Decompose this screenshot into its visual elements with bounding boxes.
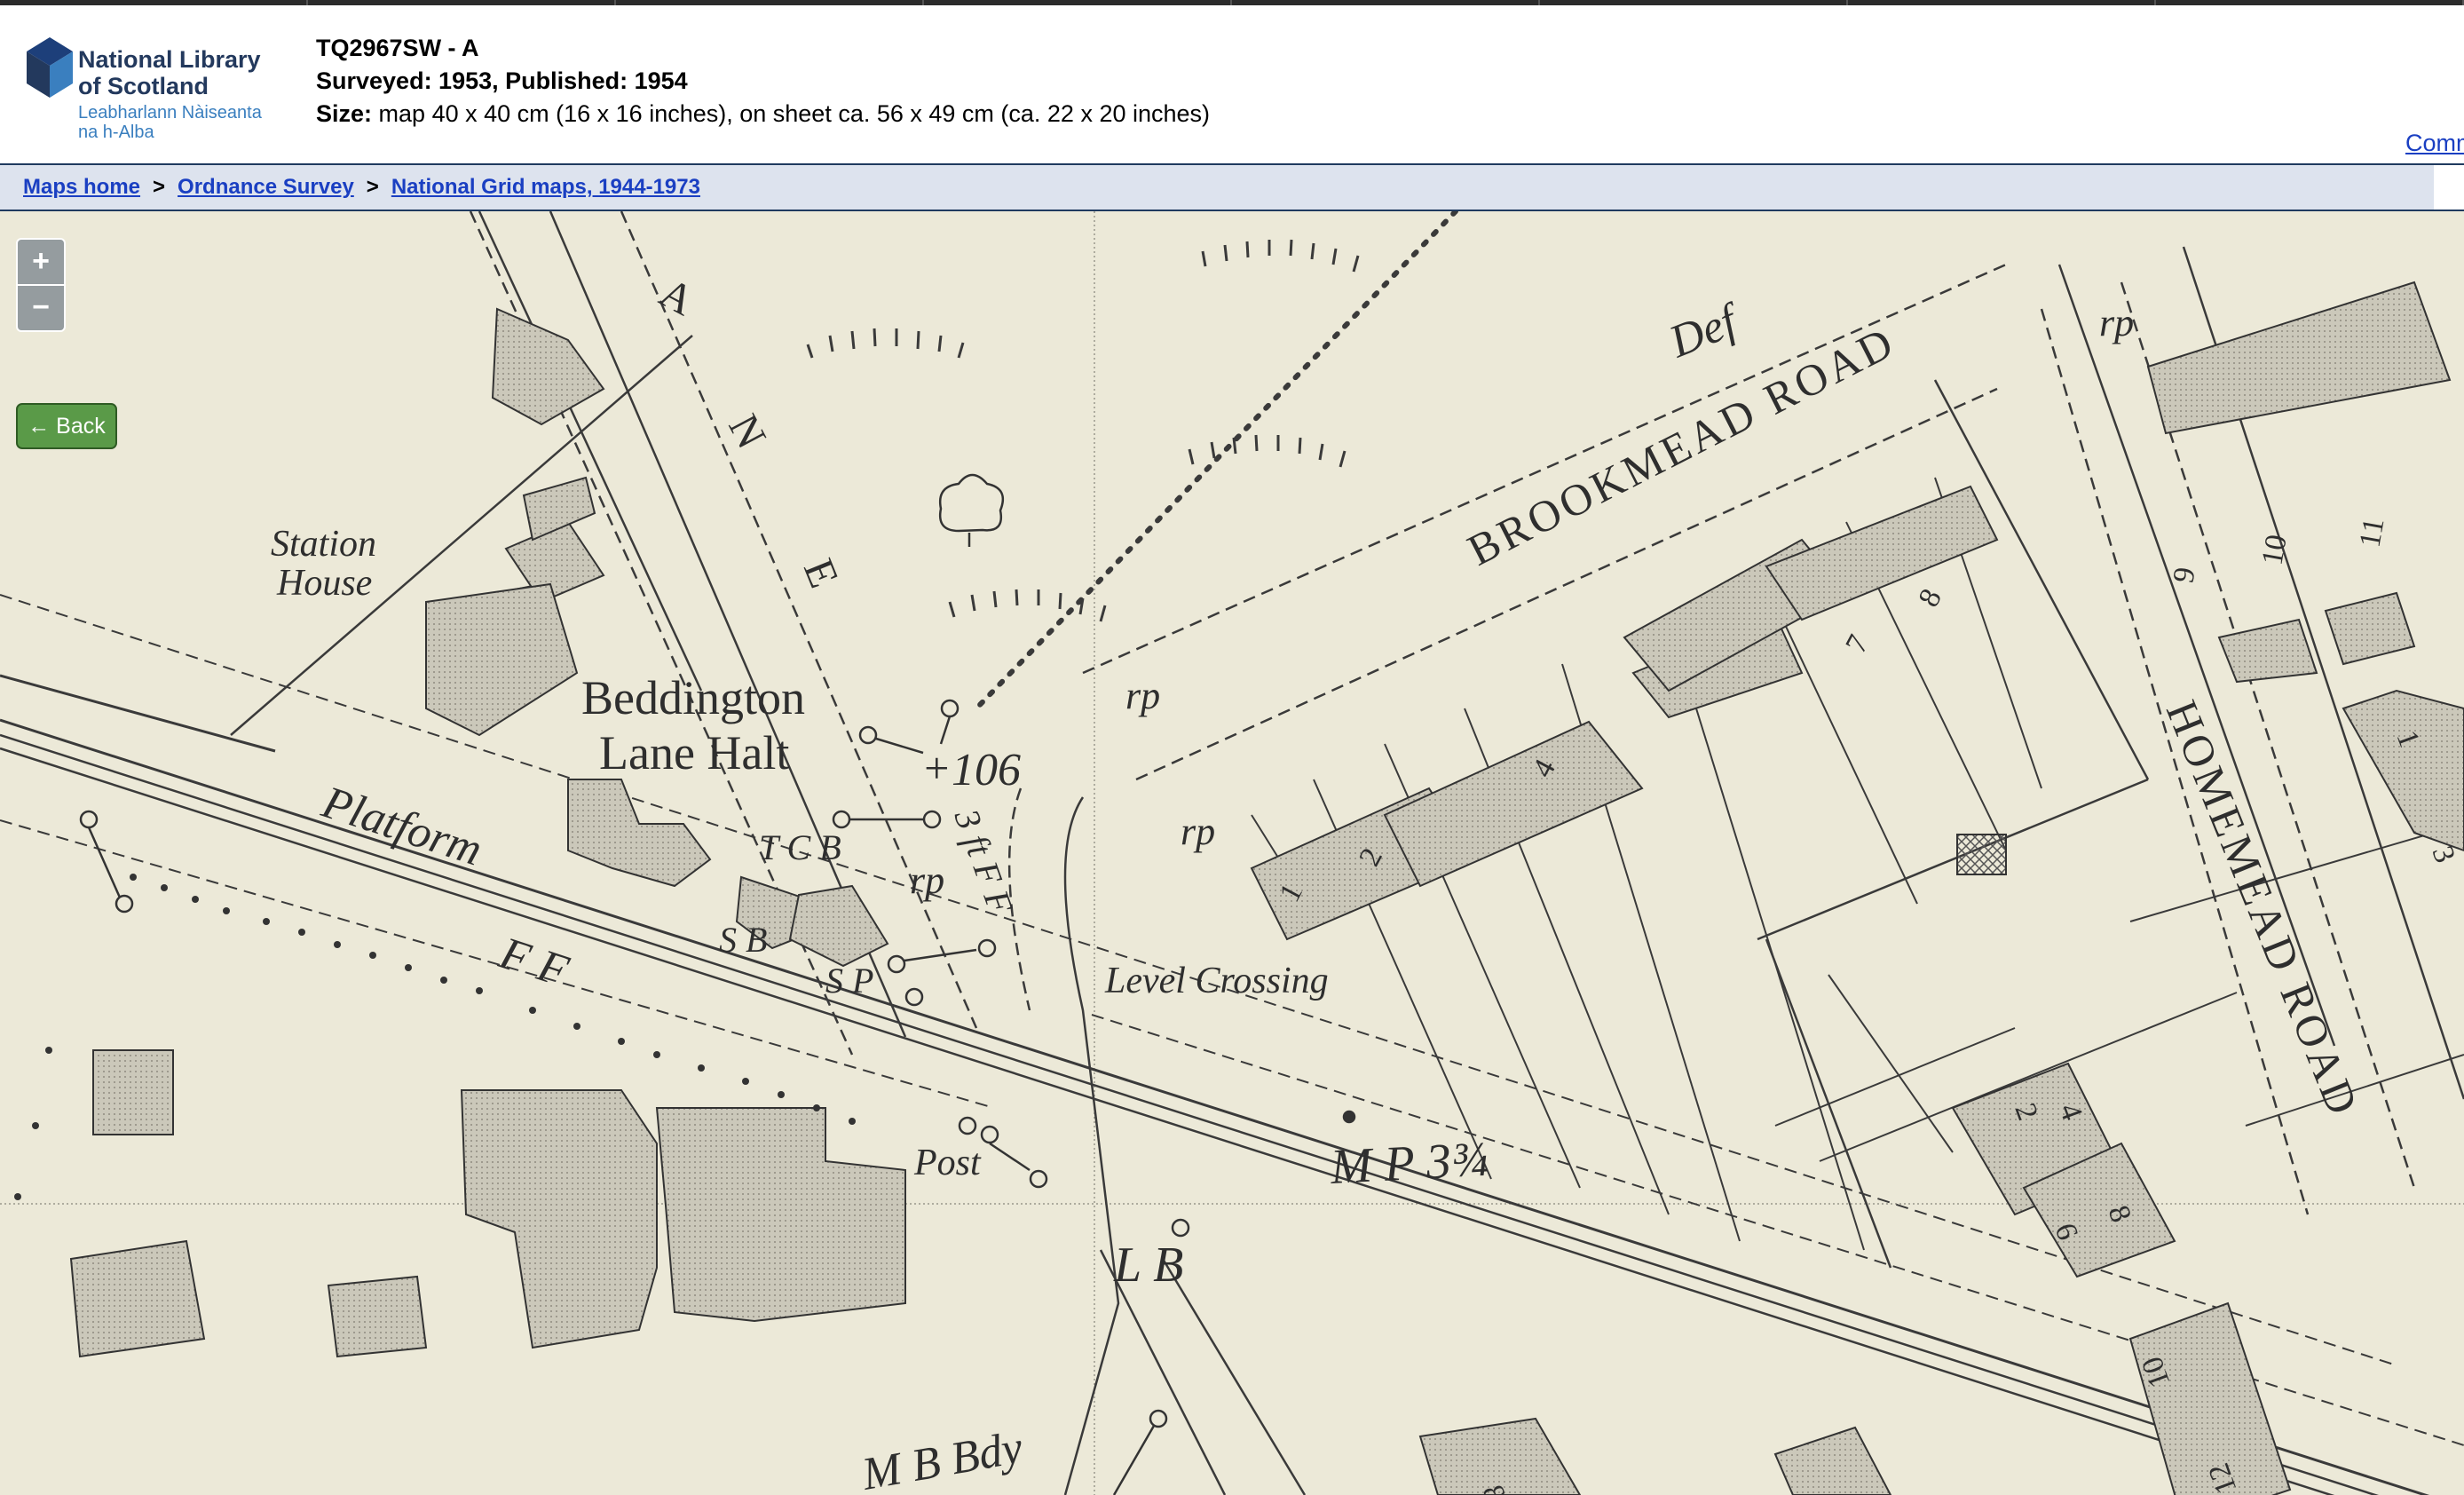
label-ff: F F — [493, 928, 575, 998]
nls-logo[interactable]: National Library of Scotland Leabharlann… — [23, 30, 272, 146]
embankment-marks — [806, 239, 1360, 622]
nls-logo-icon — [27, 37, 73, 98]
label-lane-n: N — [719, 407, 775, 455]
tree-symbol — [938, 473, 1005, 547]
map-viewer[interactable]: A N E Station House Beddington Lane Halt… — [0, 211, 2464, 1495]
map-canvas[interactable]: A N E Station House Beddington Lane Halt… — [0, 211, 2464, 1495]
zoom-out-button[interactable]: − — [16, 284, 66, 332]
label-rp-top-right: rp — [2099, 301, 2134, 344]
house-number-3-far-right: 3 — [2425, 842, 2461, 867]
breadcrumb-scroll-edge — [2434, 165, 2464, 210]
hatched-structure — [1956, 834, 2007, 875]
logo-line-2: of Scotland — [78, 73, 209, 99]
map-metadata: TQ2967SW - A Surveyed: 1953, Published: … — [316, 32, 1210, 131]
label-halt-1: Beddington — [581, 671, 805, 724]
label-station-house-1: Station — [271, 524, 376, 565]
map-size: Size: map 40 x 40 cm (16 x 16 inches), o… — [316, 98, 1210, 131]
label-rp-halt: rp — [910, 858, 944, 902]
breadcrumb: Maps home > Ordnance Survey > National Grid … — [0, 165, 2464, 211]
label-halt-2: Lane Halt — [599, 726, 789, 779]
label-tcb: T C B — [759, 827, 841, 867]
label-rp-houses: rp — [1181, 810, 1215, 853]
label-sp: S P — [825, 961, 873, 1001]
label-lane-e: E — [794, 552, 848, 594]
label-def: Def — [1662, 294, 1749, 368]
label-lane-a: A — [652, 269, 702, 325]
label-mp: M P 3¾ — [1328, 1132, 1489, 1195]
label-level-crossing: Level Crossing — [1104, 961, 1329, 1001]
label-spot-height: 106 — [952, 745, 1021, 795]
size-value: map 40 x 40 cm (16 x 16 inches), on shee… — [378, 100, 1211, 127]
house-number-8: 8 — [1912, 583, 1948, 612]
breadcrumb-separator: > — [153, 175, 166, 199]
zoom-in-button[interactable]: + — [16, 238, 66, 286]
breadcrumb-separator: > — [366, 175, 379, 199]
label-post: Post — [913, 1143, 982, 1183]
house-number-11: 11 — [2353, 516, 2390, 550]
breadcrumb-ordnance-survey[interactable]: Ordnance Survey — [178, 175, 354, 199]
logo-line-1: National Library — [78, 46, 261, 73]
label-station-house-2: House — [276, 563, 372, 604]
breadcrumb-national-grid-maps[interactable]: National Grid maps, 1944-1973 — [391, 175, 700, 199]
logo-line-4: na h-Alba — [78, 123, 154, 142]
railway-lines — [0, 594, 2464, 1495]
page-header: National Library of Scotland Leabharlann… — [0, 5, 2464, 165]
survey-date: Surveyed: 1953, Published: 1954 — [316, 67, 688, 94]
logo-line-3: Leabharlann Nàiseanta — [78, 103, 262, 123]
comment-link[interactable]: Comm — [2405, 130, 2464, 157]
label-mb-bdy: M B Bdy — [857, 1422, 1027, 1495]
house-number-7: 7 — [1839, 629, 1876, 658]
breadcrumb-maps-home[interactable]: Maps home — [23, 175, 140, 199]
house-number-10: 10 — [2255, 532, 2293, 567]
label-platform: Platform — [315, 777, 487, 876]
back-button[interactable]: ← Back — [16, 403, 117, 449]
buildings — [69, 281, 2464, 1495]
label-lb: L B — [1113, 1238, 1183, 1293]
label-spot-height-plus: + — [921, 743, 952, 793]
label-sb: S B — [719, 920, 767, 960]
map-title: TQ2967SW - A — [316, 35, 479, 61]
label-rp-road: rp — [1125, 674, 1160, 717]
size-label: Size: — [316, 100, 373, 127]
